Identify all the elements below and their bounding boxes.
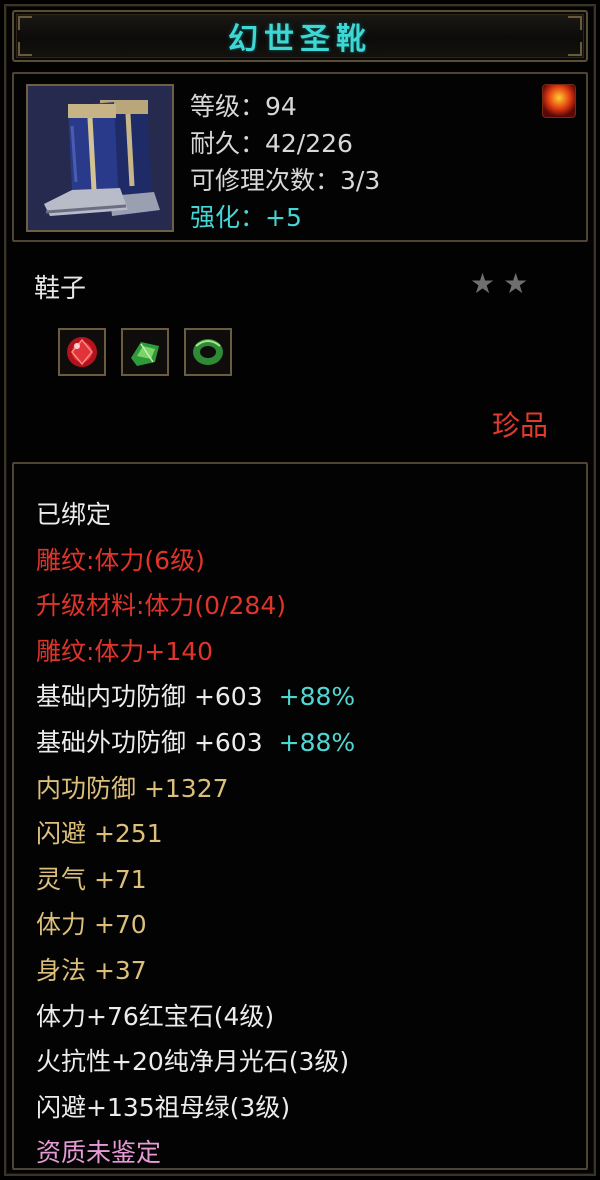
- stat-percent: +88%: [278, 727, 356, 757]
- level-text: 等级：94: [190, 92, 297, 121]
- stat-line: 闪避 +251: [36, 811, 355, 857]
- ruby-gem-icon[interactable]: [58, 328, 106, 376]
- jade-ring-gem-icon[interactable]: [184, 328, 232, 376]
- stat-list: 已绑定雕纹:体力(6级) 升级材料:体力(0/284) 雕纹:体力+140 基础内功防…: [36, 492, 355, 1176]
- stat-line: 身法 +37: [36, 948, 355, 994]
- stat-line: 内功防御 +1327: [36, 766, 355, 812]
- stat-text: 雕纹:体力+140: [36, 636, 214, 666]
- stat-text: 闪避+135祖母绿(3级): [36, 1092, 291, 1122]
- title-bar: 幻世圣靴: [12, 10, 588, 62]
- emerald-gem-icon[interactable]: [121, 328, 169, 376]
- stat-line: 体力+76红宝石(4级): [36, 994, 355, 1040]
- item-properties: 等级：94 耐久：42/226 可修理次数：3/3 强化：+5: [190, 88, 380, 236]
- stat-text: 基础内功防御 +603: [36, 682, 263, 712]
- stat-line: 已绑定: [36, 492, 355, 538]
- stat-text: 资质未鉴定: [36, 1138, 162, 1168]
- stat-line: 灵气 +71: [36, 857, 355, 903]
- stat-line: 雕纹:体力(6级): [36, 538, 355, 584]
- stat-line: 升级材料:体力(0/284): [36, 583, 355, 629]
- stat-text: 体力 +70: [36, 910, 147, 940]
- stat-line: 火抗性+20纯净月光石(3级): [36, 1039, 355, 1085]
- star-icon: ★: [470, 267, 496, 300]
- stat-line: 基础内功防御 +603 +88%: [36, 674, 355, 720]
- stat-text: 基础外功防御 +603: [36, 727, 263, 757]
- stat-line: 资质未鉴定: [36, 1130, 355, 1176]
- stat-text: 内功防御 +1327: [36, 773, 229, 803]
- durability-text: 耐久：42/226: [190, 129, 353, 158]
- star-rating: ★ ★: [470, 268, 528, 300]
- stat-text: 体力+76红宝石(4级): [36, 1001, 275, 1031]
- stat-line: 体力 +70: [36, 902, 355, 948]
- stat-text: 火抗性+20纯净月光石(3级): [36, 1047, 350, 1077]
- stat-percent: +88%: [278, 682, 356, 712]
- item-type: 鞋子: [34, 274, 87, 304]
- item-header: 等级：94 耐久：42/226 可修理次数：3/3 强化：+5: [12, 72, 588, 242]
- enhance-text: 强化：+5: [190, 203, 302, 232]
- boots-icon: [26, 84, 174, 232]
- star-icon: ★: [503, 267, 529, 300]
- repair-count-text: 可修理次数：3/3: [190, 166, 381, 195]
- stat-line: 雕纹:体力+140: [36, 629, 355, 675]
- stat-line: 闪避+135祖母绿(3级): [36, 1085, 355, 1131]
- gem-slots: [58, 328, 232, 376]
- stat-text: 升级材料:体力(0/284): [36, 591, 286, 621]
- item-name: 幻世圣靴: [228, 22, 372, 57]
- stat-text: 闪避 +251: [36, 819, 163, 849]
- stat-text: 身法 +37: [36, 955, 147, 985]
- fire-element-icon: [542, 84, 576, 118]
- stat-text: 灵气 +71: [36, 864, 147, 894]
- stat-text: 已绑定: [36, 500, 112, 529]
- stat-line: 基础外功防御 +603 +88%: [36, 720, 355, 766]
- stat-text: 雕纹:体力(6级): [36, 545, 205, 575]
- stats-panel: 已绑定雕纹:体力(6级) 升级材料:体力(0/284) 雕纹:体力+140 基础内功防…: [12, 462, 588, 1170]
- rarity-label: 珍品: [492, 409, 549, 442]
